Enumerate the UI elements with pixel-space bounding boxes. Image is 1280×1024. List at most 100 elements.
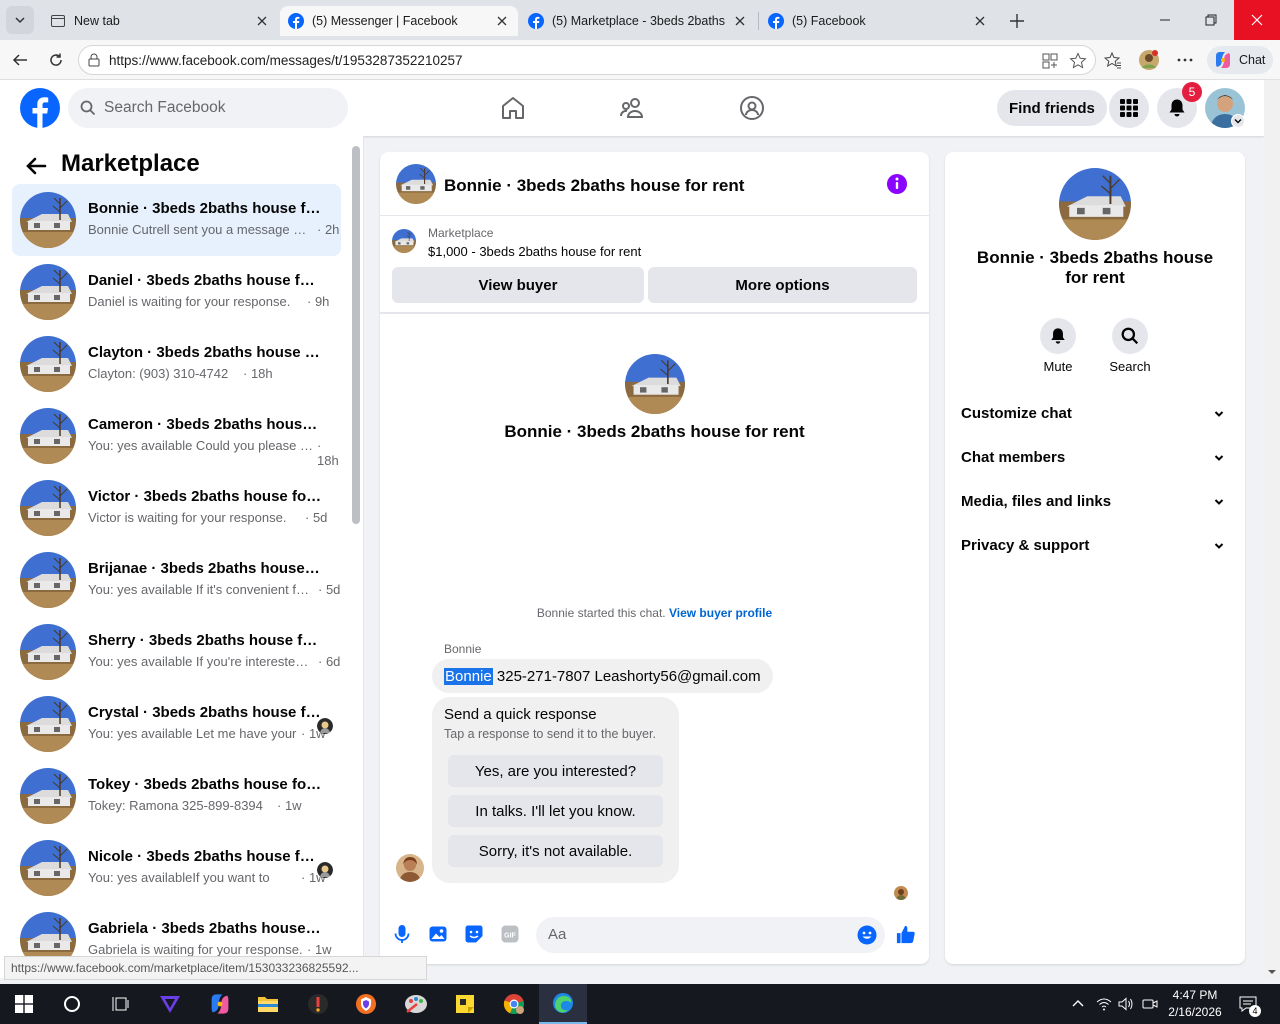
taskbar-app-chrome[interactable]	[490, 984, 538, 1024]
reload-button[interactable]	[42, 46, 70, 74]
nav-friends[interactable]	[618, 94, 646, 122]
page-scrollbar[interactable]	[1264, 80, 1280, 978]
find-friends-button[interactable]: Find friends	[997, 90, 1107, 126]
meet-now-camera-icon[interactable]	[1142, 996, 1158, 1012]
chat-avatar[interactable]	[396, 164, 436, 204]
tab-marketplace[interactable]: (5) Marketplace - 3beds 2baths ho	[520, 6, 756, 36]
close-window-button[interactable]	[1234, 0, 1280, 40]
emoji-icon[interactable]	[857, 925, 877, 945]
nav-groups[interactable]	[738, 94, 766, 122]
account-chevron-down-icon[interactable]	[1231, 114, 1245, 128]
conversation-info-icon[interactable]	[886, 173, 908, 195]
info-avatar[interactable]	[1059, 168, 1131, 240]
volume-speaker-icon[interactable]	[1118, 996, 1134, 1012]
close-tab-icon[interactable]	[494, 13, 510, 29]
taskbar-app-media[interactable]	[294, 984, 342, 1024]
message-input[interactable]: Aa	[536, 917, 885, 953]
app-available-icon[interactable]	[1041, 52, 1059, 70]
chevron-down-icon	[15, 17, 25, 24]
conversation-avatar	[20, 408, 76, 464]
close-tab-icon[interactable]	[972, 13, 988, 29]
customize-chat-section[interactable]: Customize chat	[953, 394, 1237, 434]
minimize-window-button[interactable]	[1142, 0, 1188, 40]
taskbar-search-button[interactable]	[48, 984, 96, 1024]
sticker-icon[interactable]	[464, 924, 484, 944]
chat-title[interactable]: Bonnie · 3beds 2baths house for rent	[444, 176, 744, 196]
facebook-search-input[interactable]: Search Facebook	[68, 88, 348, 128]
conversation-list-scrollbar[interactable]	[352, 146, 360, 524]
quick-response-button[interactable]: Yes, are you interested?	[448, 755, 663, 787]
new-tab-button[interactable]	[1004, 8, 1030, 34]
view-buyer-profile-link[interactable]: View buyer profile	[669, 606, 772, 620]
system-clock[interactable]: 4:47 PM 2/16/2026	[1162, 987, 1228, 1021]
edge-icon	[553, 993, 573, 1013]
conversation-item[interactable]: Brijanae · 3beds 2baths house for rent Yo…	[12, 544, 341, 616]
gif-icon[interactable]: GIF	[500, 924, 520, 944]
site-info-icon[interactable]	[87, 53, 101, 67]
message-placeholder: Aa	[548, 926, 567, 943]
show-hidden-icons-chevron-up-icon[interactable]	[1070, 996, 1086, 1012]
section-label: Media, files and links	[961, 493, 1112, 510]
conversation-item[interactable]: Cameron · 3beds 2baths house for rent You…	[12, 400, 341, 472]
tab-new-tab[interactable]: New tab	[42, 6, 278, 36]
media-files-links-section[interactable]: Media, files and links	[953, 482, 1237, 522]
listing-thumbnail[interactable]	[392, 229, 416, 253]
like-thumbs-up-icon[interactable]	[896, 924, 916, 944]
conversation-item[interactable]: Bonnie · 3beds 2baths house for rent Bonn…	[12, 184, 341, 256]
back-button[interactable]	[6, 46, 34, 74]
conversation-item[interactable]: Crystal · 3beds 2baths house for rent You…	[12, 688, 341, 760]
voice-clip-icon[interactable]	[392, 924, 412, 944]
info-name: Bonnie · 3beds 2baths house for rent	[976, 248, 1214, 287]
mute-action[interactable]: Mute	[1028, 318, 1088, 374]
conversation-item[interactable]: Daniel · 3beds 2baths house for rent Dani…	[12, 256, 341, 328]
taskbar-app-copilot[interactable]	[196, 984, 244, 1024]
sender-avatar[interactable]	[396, 854, 424, 882]
clock-date: 2/16/2026	[1168, 1005, 1222, 1019]
tab-messenger[interactable]: (5) Messenger | Facebook	[280, 6, 518, 36]
tab-actions-menu-button[interactable]	[6, 6, 34, 34]
tab-facebook[interactable]: (5) Facebook	[760, 6, 996, 36]
favorite-star-icon[interactable]	[1069, 52, 1087, 70]
taskbar-app-file-explorer[interactable]	[244, 984, 292, 1024]
profile-avatar-icon[interactable]	[1139, 50, 1159, 70]
chat-panel: Bonnie · 3beds 2baths house for rent Mar…	[380, 152, 929, 964]
message-bubble[interactable]: Bonnie 325-271-7807 Leashorty56@gmail.co…	[432, 659, 773, 693]
quick-response-button[interactable]: Sorry, it's not available.	[448, 835, 663, 867]
taskbar-app-brave[interactable]	[342, 984, 390, 1024]
quick-response-button[interactable]: In talks. I'll let you know.	[448, 795, 663, 827]
view-buyer-button[interactable]: View buyer	[392, 267, 644, 303]
network-wifi-icon[interactable]	[1096, 996, 1112, 1012]
taskbar-app-vpn[interactable]	[146, 984, 194, 1024]
conversation-info-panel: Bonnie · 3beds 2baths house for rent Mut…	[945, 152, 1245, 964]
search-icon	[1112, 318, 1148, 354]
favorites-icon[interactable]	[1103, 50, 1123, 70]
conversation-item[interactable]: Tokey · 3beds 2baths house for rent Tokey…	[12, 760, 341, 832]
more-options-icon[interactable]	[1175, 50, 1195, 70]
start-button[interactable]	[0, 984, 48, 1024]
attach-photo-icon[interactable]	[428, 924, 448, 944]
more-options-button[interactable]: More options	[648, 267, 917, 303]
back-arrow-icon[interactable]	[24, 154, 48, 178]
restore-window-button[interactable]	[1188, 0, 1234, 40]
taskbar-app-paint[interactable]	[392, 984, 440, 1024]
address-bar[interactable]: https://www.facebook.com/messages/t/1953…	[78, 45, 1096, 75]
chat-members-section[interactable]: Chat members	[953, 438, 1237, 478]
conversation-item[interactable]: Victor · 3beds 2baths house for rent Vict…	[12, 472, 341, 544]
conversation-item[interactable]: Nicole · 3beds 2baths house for rent You:…	[12, 832, 341, 904]
marketplace-listing-card: Marketplace $1,000 - 3beds 2baths house …	[380, 216, 929, 314]
nav-home[interactable]	[499, 94, 527, 122]
menu-button[interactable]	[1109, 88, 1149, 128]
conversation-item[interactable]: Clayton · 3beds 2baths house for rent Cla…	[12, 328, 341, 400]
task-view-button[interactable]	[96, 984, 144, 1024]
copilot-chat-button[interactable]: Chat	[1207, 46, 1273, 74]
task-view-icon	[112, 997, 129, 1011]
taskbar-app-sticky-notes[interactable]	[441, 984, 489, 1024]
taskbar-app-edge[interactable]	[539, 984, 587, 1024]
close-tab-icon[interactable]	[732, 13, 748, 29]
listing-title[interactable]: $1,000 - 3beds 2baths house for rent	[428, 244, 641, 259]
facebook-logo-icon[interactable]	[20, 88, 60, 128]
search-action[interactable]: Search	[1100, 318, 1160, 374]
close-tab-icon[interactable]	[254, 13, 270, 29]
conversation-item[interactable]: Sherry · 3beds 2baths house for rent You:…	[12, 616, 341, 688]
privacy-support-section[interactable]: Privacy & support	[953, 526, 1237, 566]
